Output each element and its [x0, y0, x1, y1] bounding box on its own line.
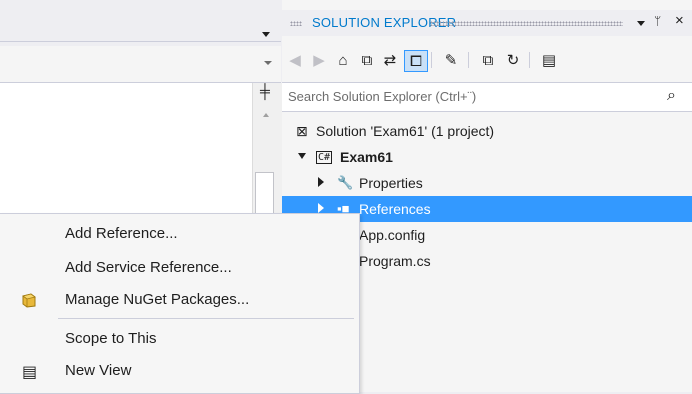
solution-search-box[interactable]: Search Solution Explorer (Ctrl+¨) ⌕ [282, 82, 692, 112]
tab-dropdown-icon[interactable] [262, 32, 270, 37]
window-position-dropdown-icon[interactable] [637, 21, 645, 26]
toolbar-separator [468, 52, 469, 68]
solution-explorer-toolbar: ◀ ▶ ⌂ ⧉ ⇄ ⧠ ✎ ⧉ ↻ ▤ [282, 38, 692, 80]
tree-item-label: References [359, 201, 431, 217]
pin-icon[interactable]: ᛘ [654, 14, 661, 28]
close-icon[interactable]: × [675, 12, 684, 29]
solution-explorer-header: SOLUTION EXPLORER ᛘ × [282, 10, 692, 36]
wrench-icon[interactable]: ✎ [440, 50, 462, 70]
split-handle-icon[interactable]: ╪ [260, 83, 270, 99]
wrench-icon: 🔧 [337, 175, 354, 190]
menu-item-new-view[interactable]: ▤ New View [0, 356, 359, 386]
csharp-project-icon: C# [316, 151, 333, 164]
menu-item-label: Add Reference... [65, 225, 178, 242]
menu-item-label: Add Service Reference... [65, 259, 232, 276]
toolbar-separator [431, 52, 432, 68]
menu-item-scope-to-this[interactable]: Scope to This [0, 324, 359, 354]
tree-item-label: App.config [359, 227, 426, 243]
pending-changes-icon[interactable]: ⧉ [477, 50, 499, 70]
tree-item-solution[interactable]: ⊠ Solution 'Exam61' (1 project) [282, 118, 692, 144]
forward-icon[interactable]: ▶ [308, 50, 330, 70]
editor-tab-well [0, 0, 281, 42]
menu-item-manage-nuget[interactable]: Manage NuGet Packages... [0, 285, 359, 315]
editor-navigation-bar [0, 46, 281, 83]
new-view-icon: ▤ [22, 364, 38, 381]
tree-item-project[interactable]: C# Exam61 [282, 144, 692, 170]
collapsed-arrow-icon[interactable] [318, 177, 324, 187]
nuget-icon [20, 291, 40, 309]
tree-item-label: Solution 'Exam61' (1 project) [316, 123, 495, 139]
tree-item-label: Properties [359, 175, 423, 191]
title-grip[interactable] [430, 21, 623, 26]
refresh-icon[interactable]: ↻ [502, 50, 524, 70]
expanded-arrow-icon[interactable] [298, 153, 306, 159]
show-all-files-icon[interactable]: ⧠ [404, 50, 428, 72]
tree-item-label: Program.cs [359, 253, 431, 269]
menu-item-label: Manage NuGet Packages... [65, 291, 250, 308]
collapsed-arrow-icon[interactable] [318, 203, 324, 213]
search-placeholder[interactable]: Search Solution Explorer (Ctrl+¨) [288, 89, 476, 104]
context-menu: Add Reference... Add Service Reference..… [0, 213, 360, 394]
new-view-icon[interactable]: ▤ [538, 50, 560, 70]
tree-item-properties[interactable]: 🔧 Properties [282, 170, 692, 196]
collapse-all-icon[interactable]: ⧉ [356, 50, 378, 70]
back-icon[interactable]: ◀ [284, 50, 306, 70]
home-icon[interactable]: ⌂ [332, 50, 354, 70]
menu-item-label: New View [65, 362, 132, 379]
grip-icon [290, 21, 302, 26]
search-icon[interactable]: ⌕ [667, 87, 676, 105]
menu-separator [58, 318, 354, 319]
member-dropdown-icon[interactable] [264, 61, 272, 65]
menu-item-add-reference[interactable]: Add Reference... [0, 219, 359, 249]
scroll-up-icon[interactable] [263, 113, 269, 117]
sync-icon[interactable]: ⇄ [379, 50, 401, 70]
tree-item-label: Exam61 [340, 149, 393, 165]
menu-item-add-service-reference[interactable]: Add Service Reference... [0, 253, 359, 283]
menu-item-label: Scope to This [65, 330, 157, 347]
toolbar-separator [529, 52, 530, 68]
solution-icon: ⊠ [296, 123, 308, 139]
